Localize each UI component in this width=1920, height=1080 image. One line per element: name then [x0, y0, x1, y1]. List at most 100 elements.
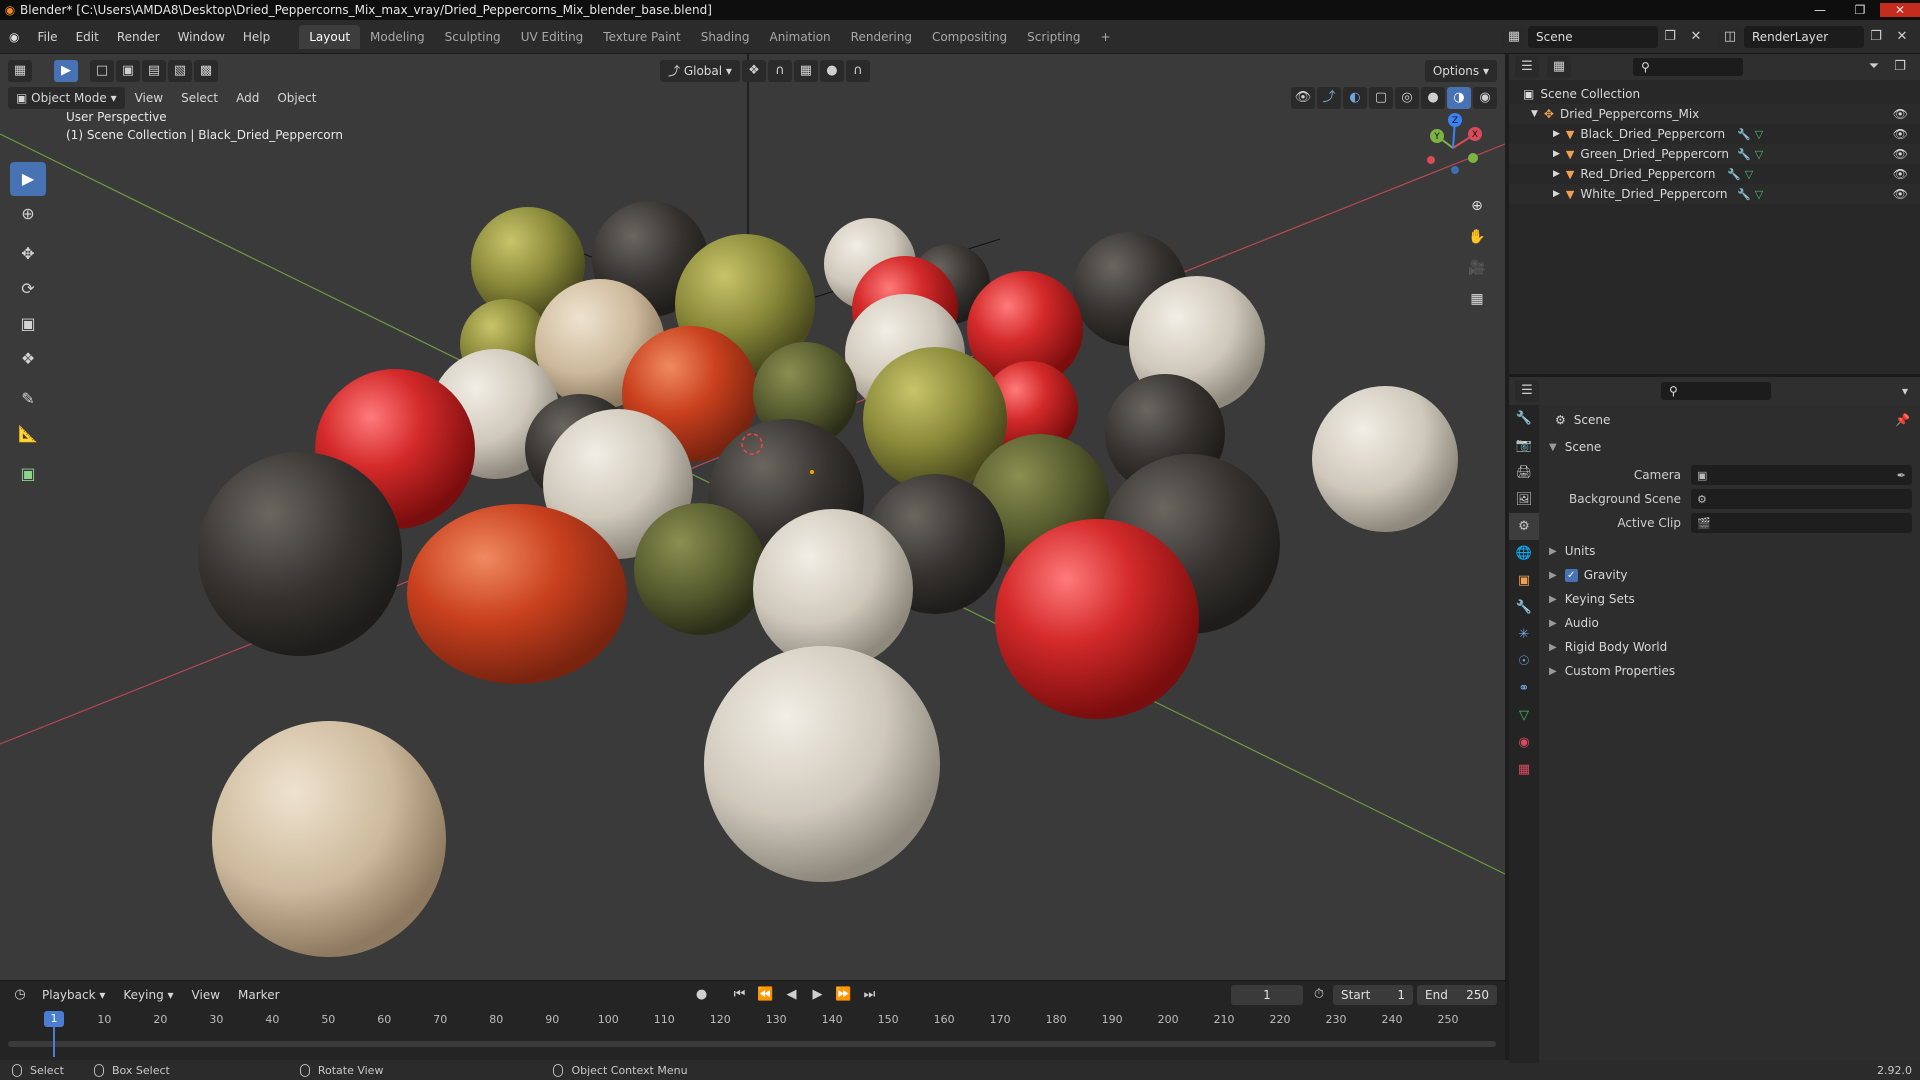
tab-uv-editing[interactable]: UV Editing: [511, 25, 594, 49]
overlays-toggle-icon[interactable]: ◐: [1343, 87, 1367, 109]
outliner-search-input[interactable]: ⚲: [1633, 58, 1743, 76]
panel-rigid-body-world[interactable]: ▶ Rigid Body World: [1541, 635, 1920, 659]
eye-icon[interactable]: 👁: [1893, 147, 1908, 161]
particles-tab-icon[interactable]: ✳: [1509, 621, 1539, 648]
pin-icon[interactable]: 📌: [1895, 413, 1910, 427]
camera-field[interactable]: ▣ ✒: [1691, 465, 1912, 485]
camera-view-icon[interactable]: 🎥: [1463, 254, 1491, 282]
prev-keyframe-icon[interactable]: ⏪: [754, 984, 778, 1006]
scene-name-field[interactable]: Scene: [1528, 25, 1658, 48]
select-box-mode-icon[interactable]: ▶: [54, 60, 78, 82]
outliner-row-scene-collection[interactable]: ▣ Scene Collection: [1509, 84, 1920, 104]
data-tab-icon[interactable]: ▽: [1509, 702, 1539, 729]
timeline-menu-keying[interactable]: Keying ▾: [115, 984, 181, 1006]
properties-options-icon[interactable]: ▾: [1902, 384, 1908, 398]
view-layer-browse-icon[interactable]: ◫: [1718, 25, 1742, 48]
xray-toggle-icon[interactable]: ▢: [1369, 87, 1393, 109]
expand-toggle-icon[interactable]: ▶: [1553, 129, 1560, 139]
viewport-menu-object[interactable]: Object: [269, 87, 324, 109]
menu-render[interactable]: Render: [108, 25, 169, 49]
select-mode-new-icon[interactable]: □: [90, 60, 114, 82]
timeline-scrollbar[interactable]: [8, 1041, 1496, 1047]
timeline-ruler[interactable]: 1102030405060708090100110120130140150160…: [0, 1011, 1505, 1031]
blender-menu-icon[interactable]: ◉: [0, 25, 28, 49]
measure-tool-icon[interactable]: 📐: [10, 417, 46, 451]
filter-icon[interactable]: ⏷: [1862, 56, 1886, 78]
rotate-tool-icon[interactable]: ⟳: [10, 272, 46, 306]
peppercorn-white[interactable]: [1312, 386, 1458, 532]
pan-hand-icon[interactable]: ✋: [1463, 223, 1491, 251]
properties-editor[interactable]: ☰ ⚲ ▾ 🔧 📷 🖨 🖼 ⚙ 🌐 ▣ 🔧 ✳ ☉ ⚭ ▽ ◉ ▦ ⚙ Scen…: [1509, 374, 1920, 1063]
editor-type-icon[interactable]: ▦: [8, 60, 32, 82]
select-mode-subtract-icon[interactable]: ▤: [142, 60, 166, 82]
new-scene-icon[interactable]: ❐: [1658, 26, 1682, 48]
playhead-frame-label[interactable]: 1: [44, 1011, 64, 1027]
delete-scene-icon[interactable]: ✕: [1684, 26, 1708, 48]
expand-toggle-icon[interactable]: ▶: [1553, 149, 1560, 159]
peppercorn-tan[interactable]: [212, 721, 446, 957]
peppercorn-darkgreen[interactable]: [634, 503, 766, 635]
world-tab-icon[interactable]: 🌐: [1509, 540, 1539, 567]
outliner-row-object[interactable]: ▶ ▼ White_Dried_Peppercorn 🔧 ▽ 👁: [1509, 184, 1920, 204]
expand-toggle-icon[interactable]: ▶: [1553, 189, 1560, 199]
new-collection-icon[interactable]: ❐: [1888, 56, 1912, 78]
scene-tab-icon[interactable]: ⚙: [1509, 513, 1539, 540]
gravity-checkbox[interactable]: ✓: [1564, 568, 1578, 582]
outliner-row-object[interactable]: ▶ ▼ Green_Dried_Peppercorn 🔧 ▽ 👁: [1509, 144, 1920, 164]
background-scene-field[interactable]: ⚙: [1691, 489, 1912, 509]
shading-solid-icon[interactable]: ●: [1421, 87, 1445, 109]
select-tool-icon[interactable]: ▶: [10, 162, 46, 196]
view-layer-tab-icon[interactable]: 🖼: [1509, 486, 1539, 513]
end-frame-field[interactable]: End 250: [1417, 985, 1497, 1005]
navigation-gizmo[interactable]: X Y Z: [1417, 112, 1489, 184]
current-frame-field[interactable]: 1: [1231, 985, 1303, 1005]
eye-icon[interactable]: 👁: [1893, 187, 1908, 201]
mode-dropdown[interactable]: ▣ Object Mode ▾: [8, 87, 125, 109]
annotate-tool-icon[interactable]: ✎: [10, 382, 46, 416]
constraints-tab-icon[interactable]: ⚭: [1509, 675, 1539, 702]
panel-scene-header[interactable]: ▼ Scene: [1541, 435, 1920, 459]
proportional-falloff-icon[interactable]: ∩: [845, 60, 870, 82]
shading-wireframe-icon[interactable]: ◎: [1395, 87, 1419, 109]
eye-icon[interactable]: 👁: [1893, 107, 1908, 121]
scene-browse-icon[interactable]: ▦: [1502, 25, 1526, 48]
output-tab-icon[interactable]: 🖨: [1509, 459, 1539, 486]
pivot-point-icon[interactable]: ❖: [741, 60, 766, 82]
tab-texture-paint[interactable]: Texture Paint: [593, 25, 690, 49]
preview-range-icon[interactable]: ⏱: [1307, 984, 1331, 1006]
panel-keying-sets[interactable]: ▶ Keying Sets: [1541, 587, 1920, 611]
menu-help[interactable]: Help: [234, 25, 279, 49]
tab-rendering[interactable]: Rendering: [841, 25, 922, 49]
shading-material-icon[interactable]: ◑: [1447, 87, 1471, 109]
viewport-menu-select[interactable]: Select: [173, 87, 226, 109]
view-layer-field[interactable]: RenderLayer: [1744, 25, 1864, 48]
visibility-icon[interactable]: 👁: [1291, 87, 1315, 109]
outliner-editor-type-icon[interactable]: ☰: [1515, 56, 1539, 78]
render-tab-icon[interactable]: 📷: [1509, 432, 1539, 459]
proportional-edit-icon[interactable]: ●: [819, 60, 844, 82]
object-tab-icon[interactable]: ▣: [1509, 567, 1539, 594]
delete-view-layer-icon[interactable]: ✕: [1890, 26, 1914, 48]
viewport-menu-add[interactable]: Add: [228, 87, 267, 109]
snap-icon[interactable]: ∩: [767, 60, 792, 82]
record-icon[interactable]: ●: [690, 984, 714, 1006]
properties-search-input[interactable]: ⚲: [1661, 382, 1771, 400]
start-frame-field[interactable]: Start 1: [1333, 985, 1413, 1005]
physics-tab-icon[interactable]: ☉: [1509, 648, 1539, 675]
jump-end-icon[interactable]: ⏭: [858, 984, 882, 1006]
cursor-tool-icon[interactable]: ⊕: [10, 197, 46, 231]
texture-tab-icon[interactable]: ▦: [1509, 756, 1539, 783]
tab-sculpting[interactable]: Sculpting: [435, 25, 511, 49]
tab-layout[interactable]: Layout: [299, 24, 361, 49]
peppercorn-white[interactable]: [704, 646, 940, 882]
move-tool-icon[interactable]: ✥: [10, 237, 46, 271]
panel-audio[interactable]: ▶ Audio: [1541, 611, 1920, 635]
transform-orientation-dropdown[interactable]: ⤴ Global ▾: [660, 60, 740, 82]
outliner-row-collection[interactable]: ▼ ✥ Dried_Peppercorns_Mix 👁: [1509, 104, 1920, 124]
tab-shading[interactable]: Shading: [691, 25, 760, 49]
panel-gravity[interactable]: ▶ ✓ Gravity: [1541, 563, 1920, 587]
options-dropdown[interactable]: Options ▾: [1424, 60, 1497, 82]
timeline-editor[interactable]: ◷ Playback ▾ Keying ▾ View Marker ● ⏮ ⏪ …: [0, 980, 1505, 1060]
close-icon[interactable]: ✕: [1880, 3, 1920, 17]
display-mode-icon[interactable]: ▦: [1547, 56, 1571, 78]
